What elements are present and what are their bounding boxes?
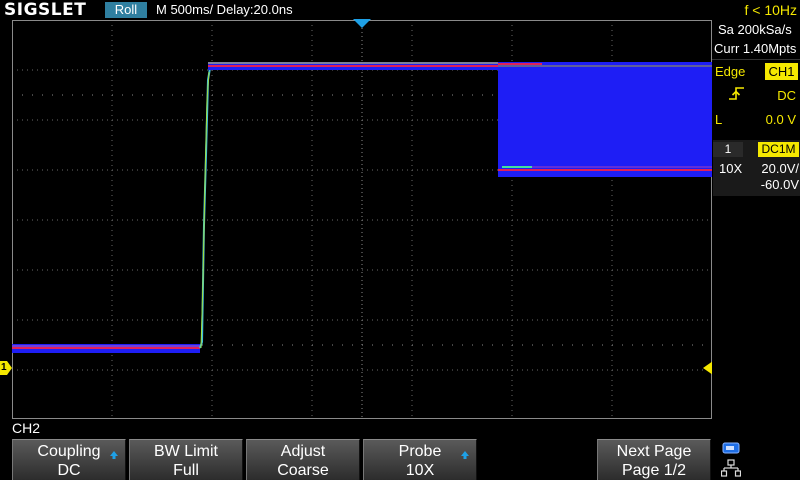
right-info-panel: Sa 200kSa/s Curr 1.40Mpts Edge CH1 DC L … xyxy=(712,20,800,420)
trigger-frequency-readout: f < 10Hz xyxy=(744,2,797,18)
softkey-value: 10X xyxy=(405,462,435,479)
channel-info-block[interactable]: 1 DC1M 10X 20.0V/ -60.0V xyxy=(713,140,800,196)
trigger-coupling-readout[interactable]: DC xyxy=(777,88,796,104)
cycle-arrow-icon xyxy=(461,451,469,459)
trigger-position-marker-icon[interactable] xyxy=(353,19,371,29)
softkey-label: Adjust xyxy=(280,443,326,460)
softkey-value: DC xyxy=(57,462,81,479)
top-status-bar: SIGSLET Roll M 500ms/ Delay:20.0ns f < 1… xyxy=(0,0,800,20)
network-icon xyxy=(721,459,741,477)
usb-icon xyxy=(722,442,740,454)
active-channel-label: CH2 xyxy=(12,420,41,436)
softkey-label: BW Limit xyxy=(154,443,218,460)
softkey-bar: Coupling DC BW Limit Full Adjust Coarse … xyxy=(0,439,800,480)
timebase-readout[interactable]: M 500ms/ Delay:20.0ns xyxy=(156,2,293,18)
sample-rate-readout: Sa 200kSa/s xyxy=(718,22,792,37)
waveform-display[interactable] xyxy=(12,20,712,419)
trigger-level-label: L xyxy=(715,112,723,127)
acquisition-mode-badge[interactable]: Roll xyxy=(105,2,147,18)
trigger-source-badge[interactable]: CH1 xyxy=(765,63,798,80)
bw-limit-softkey[interactable]: BW Limit Full xyxy=(129,439,243,480)
trigger-level-readout[interactable]: 0.0 V xyxy=(766,112,796,128)
rising-edge-icon[interactable] xyxy=(728,86,746,102)
softkey-value: Page 1/2 xyxy=(621,462,687,479)
brand-logo: SIGSLET xyxy=(4,0,87,20)
connection-status-area xyxy=(718,439,800,480)
volts-per-div-readout: 20.0V/ xyxy=(761,161,799,176)
softkey-value: Coarse xyxy=(277,462,329,479)
next-page-softkey[interactable]: Next Page Page 1/2 xyxy=(597,439,711,480)
softkey-label: Next Page xyxy=(616,443,692,460)
probe-readout: 10X xyxy=(719,161,743,176)
channel-offset-readout: -60.0V xyxy=(760,177,799,192)
probe-softkey[interactable]: Probe 10X xyxy=(363,439,477,480)
channel-number: 1 xyxy=(713,142,743,157)
memory-depth-readout: Curr 1.40Mpts xyxy=(714,41,797,56)
trigger-type-label[interactable]: Edge xyxy=(715,64,745,80)
coupling-softkey[interactable]: Coupling DC xyxy=(12,439,126,480)
adjust-softkey[interactable]: Adjust Coarse xyxy=(246,439,360,480)
channel-coupling-badge: DC1M xyxy=(758,142,799,157)
cycle-arrow-icon xyxy=(110,451,118,459)
softkey-value: Full xyxy=(173,462,199,479)
channel-1-marker-label: 1 xyxy=(1,362,7,373)
divider xyxy=(712,59,800,60)
channel-1-ground-marker-icon[interactable]: 1 xyxy=(0,361,12,375)
